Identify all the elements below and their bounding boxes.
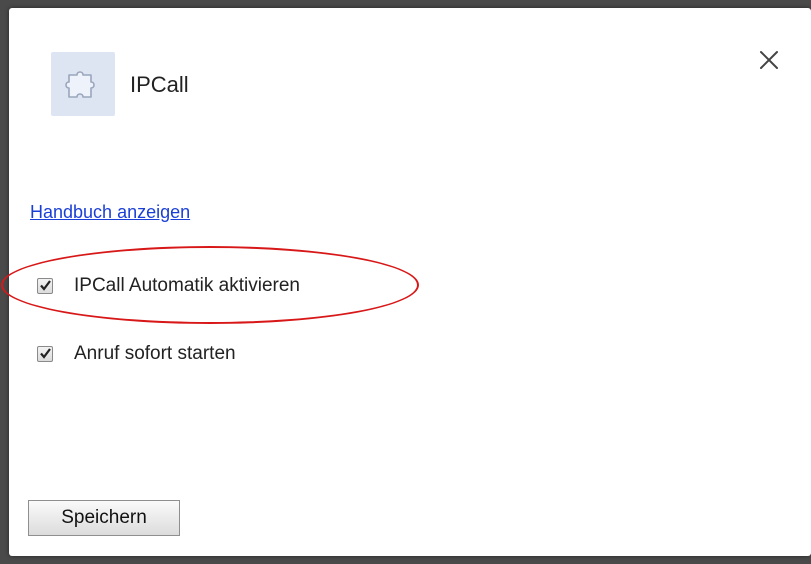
close-icon <box>760 51 778 69</box>
manual-link[interactable]: Handbuch anzeigen <box>30 202 190 223</box>
option-automatik-row[interactable]: IPCall Automatik aktivieren <box>37 275 300 297</box>
close-button[interactable] <box>757 48 781 72</box>
extension-icon-tile <box>51 52 115 116</box>
puzzle-piece-icon <box>65 71 95 98</box>
checkmark-icon <box>40 280 51 291</box>
checkmark-icon <box>40 348 51 359</box>
save-button[interactable]: Speichern <box>28 500 180 536</box>
option-sofort-row[interactable]: Anruf sofort starten <box>37 343 236 365</box>
sofort-label: Anruf sofort starten <box>74 343 236 364</box>
sofort-checkbox[interactable] <box>37 346 53 362</box>
automatik-checkbox[interactable] <box>37 278 53 294</box>
options-dialog: IPCall Handbuch anzeigen IPCall Automati… <box>1 8 811 556</box>
dialog-title: IPCall <box>130 72 189 97</box>
automatik-label: IPCall Automatik aktivieren <box>74 275 300 296</box>
